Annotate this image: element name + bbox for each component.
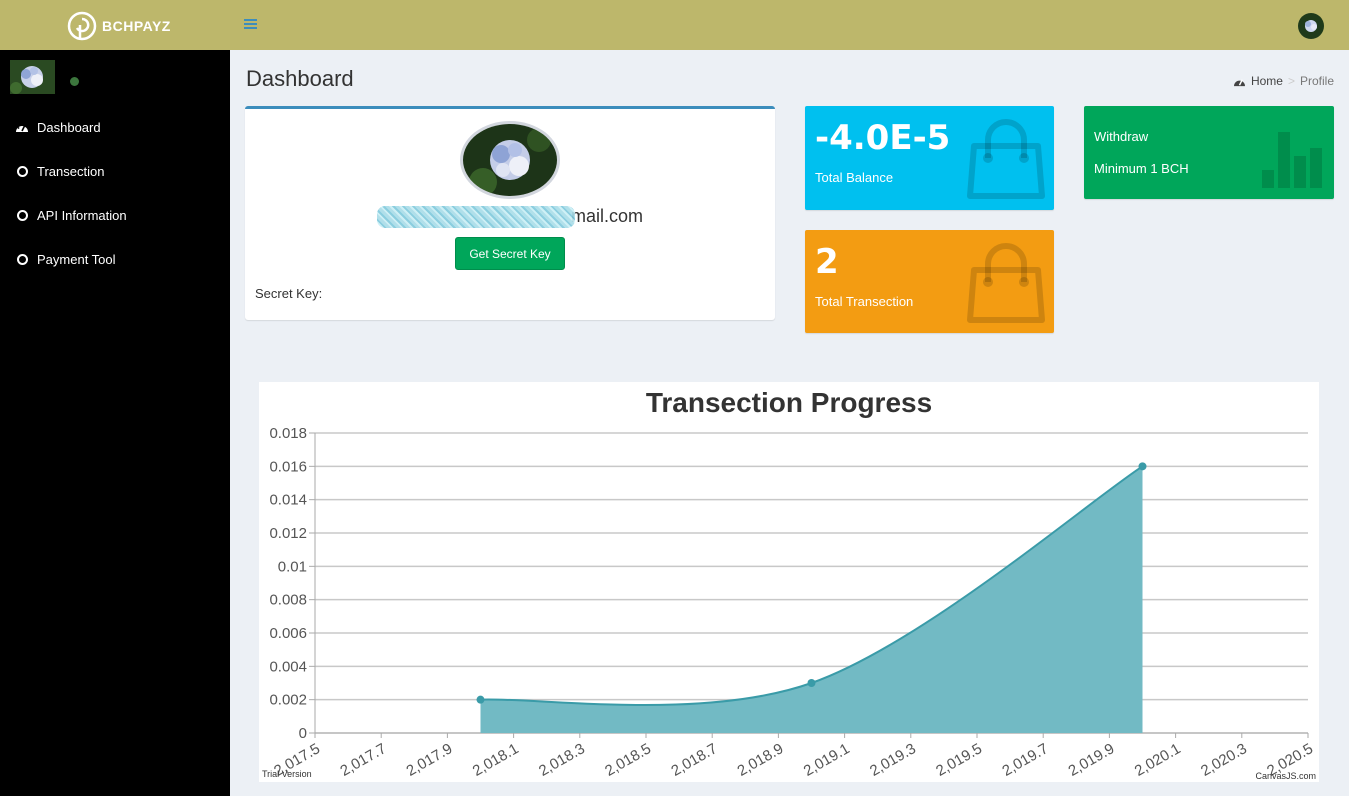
x-tick-label: 2,018.1: [470, 740, 522, 780]
x-tick-label: 2,017.9: [404, 740, 456, 780]
brand-name: BCHPAYZ: [102, 18, 171, 34]
data-point: [476, 695, 485, 704]
chart-canvas: Transection Progress 0 0.002 0.004 0.006 0.00…: [269, 387, 1316, 780]
data-point: [1138, 462, 1147, 471]
x-tick-label: 2,017.7: [337, 740, 389, 780]
total-balance-value: -4.0E-5: [815, 118, 951, 158]
profile-image: [460, 121, 560, 199]
circle-icon: [15, 252, 29, 266]
breadcrumb-home-link[interactable]: Home: [1251, 74, 1283, 88]
sidebar-item-label: Dashboard: [37, 119, 101, 135]
y-tick-label: 0.008: [269, 592, 307, 609]
secret-key-label: Secret Key:: [255, 286, 323, 301]
chart-credit-link[interactable]: CanvasJS.com: [1255, 771, 1316, 781]
sidebar-item-payment-tool[interactable]: Payment Tool: [0, 237, 230, 281]
y-tick-label: 0.006: [269, 625, 307, 642]
withdraw-minimum: Minimum 1 BCH: [1094, 161, 1189, 176]
top-navbar: BCHPAYZ: [0, 0, 1349, 50]
shopping-bag-icon: [967, 243, 1045, 323]
chart-title: Transection Progress: [646, 387, 932, 418]
breadcrumb: Home > Profile: [1233, 74, 1334, 88]
x-tick-label: 2,019.9: [1066, 740, 1118, 780]
x-tick-label: 2,018.3: [536, 740, 588, 780]
withdraw-box[interactable]: Withdraw Minimum 1 BCH: [1084, 106, 1334, 199]
circle-icon: [15, 208, 29, 222]
dashboard-icon: [1233, 78, 1245, 86]
user-avatar[interactable]: [1298, 13, 1324, 39]
breadcrumb-current: Profile: [1299, 74, 1334, 88]
x-tick-label: 2,020.3: [1198, 740, 1250, 780]
y-tick-label: 0: [299, 725, 307, 742]
y-tick-label: 0.018: [269, 425, 307, 442]
sidebar-item-dashboard[interactable]: Dashboard: [0, 105, 230, 149]
circle-icon: [15, 164, 29, 178]
user-email: ​mail.com: [245, 206, 775, 229]
x-tick-label: 2,019.7: [999, 740, 1051, 780]
x-tick-label: 2,018.5: [602, 740, 654, 780]
withdraw-title: Withdraw: [1094, 129, 1149, 144]
get-secret-key-button[interactable]: Get Secret Key: [455, 237, 565, 270]
page-title: Dashboard: [246, 66, 354, 91]
total-transection-box: 2 Total Transection: [805, 230, 1054, 333]
y-tick-label: 0.004: [269, 658, 307, 675]
redacted-email-part: ​: [376, 206, 575, 229]
chart-trial-label: Trial Version: [262, 769, 312, 779]
x-tick-label: 2,019.3: [867, 740, 919, 780]
x-tick-label: 2,018.9: [735, 740, 787, 780]
y-tick-label: 0.012: [269, 525, 307, 542]
brand-logo-link[interactable]: BCHPAYZ: [66, 10, 171, 42]
profile-card: ​mail.com Get Secret Key Secret Key:: [245, 106, 775, 320]
x-tick-label: 2,020.1: [1132, 740, 1184, 780]
total-transection-value: 2: [815, 242, 839, 282]
shopping-bag-icon: [967, 119, 1045, 199]
x-tick-label: 2,019.5: [933, 740, 985, 780]
online-status-dot: [70, 77, 79, 86]
sidebar-user-avatar: [10, 60, 55, 94]
y-tick-label: 0.016: [269, 458, 307, 475]
transection-progress-chart: Transection Progress 0 0.002 0.004 0.006 0.00…: [259, 382, 1319, 782]
total-balance-box: -4.0E-5 Total Balance: [805, 106, 1054, 210]
breadcrumb-separator: >: [1287, 74, 1295, 88]
y-tick-label: 0.002: [269, 692, 307, 709]
sidebar-item-api-information[interactable]: API Information: [0, 193, 230, 237]
sidebar-item-label: Transection: [37, 163, 105, 179]
sidebar: Dashboard Transection API Information Pa…: [0, 50, 230, 796]
y-tick-label: 0.014: [269, 492, 307, 509]
menu-toggle-icon[interactable]: [243, 16, 259, 32]
bar-chart-icon: [1262, 132, 1322, 188]
x-tick-label: 2,018.7: [668, 740, 720, 780]
x-tick-label: 2,019.1: [801, 740, 853, 780]
logo-icon: [67, 11, 97, 41]
sidebar-item-label: Payment Tool: [37, 251, 116, 267]
total-transection-label: Total Transection: [815, 294, 914, 309]
sidebar-item-label: API Information: [37, 207, 127, 223]
dashboard-icon: [15, 120, 29, 134]
sidebar-item-transection[interactable]: Transection: [0, 149, 230, 193]
data-point: [807, 679, 816, 687]
total-balance-label: Total Balance: [815, 170, 894, 185]
y-tick-label: 0.01: [278, 558, 307, 575]
